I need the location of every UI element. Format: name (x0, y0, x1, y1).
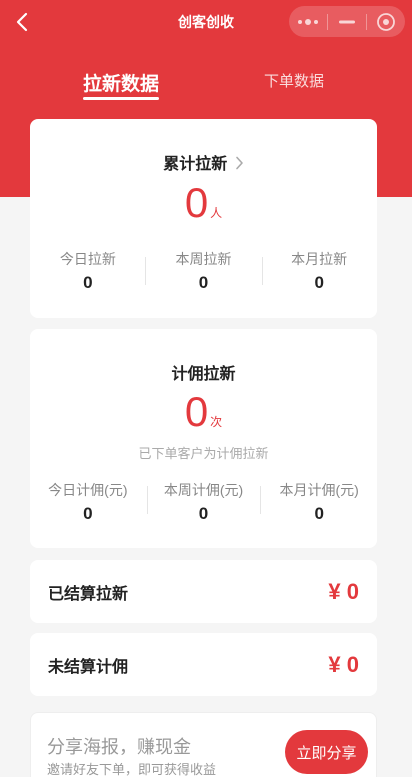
nav-bar: 创客创收 (0, 0, 412, 44)
stat-week-commission: 本周计佣(元) 0 (146, 480, 262, 524)
stat-today-recruit: 今日拉新 0 (30, 249, 146, 293)
settled-amount: ¥ 0 (328, 578, 359, 604)
stat-value: 0 (314, 504, 324, 523)
minus-icon (339, 20, 355, 23)
total-recruit-title-link[interactable]: 累计拉新 (30, 150, 377, 174)
stat-value: 0 (314, 273, 324, 292)
share-subtitle: 邀请好友下单，即可获得收益 (47, 762, 217, 777)
stat-month-recruit: 本月拉新 0 (261, 249, 377, 293)
stat-today-commission: 今日计佣(元) 0 (30, 480, 146, 524)
unsettled-amount: ¥ 0 (328, 651, 359, 677)
total-recruit-count: 0人 (30, 182, 377, 224)
share-poster-card: 分享海报，赚现金 邀请好友下单，即可获得收益 立即分享 (30, 712, 377, 777)
stat-divider (260, 486, 261, 514)
target-circle-icon (377, 12, 395, 31)
stat-label: 今日计佣(元) (48, 482, 128, 498)
total-recruit-stats: 今日拉新 0 本周拉新 0 本月拉新 0 (30, 249, 377, 293)
share-title: 分享海报，赚现金 (47, 737, 191, 757)
active-tab-indicator (83, 97, 159, 100)
stat-week-recruit: 本周拉新 0 (146, 249, 262, 293)
settled-label: 已结算拉新 (48, 585, 129, 603)
commission-recruit-unit: 次 (210, 415, 223, 429)
tab-recruit-data[interactable]: 拉新数据 (83, 69, 159, 96)
stat-value: 0 (198, 273, 209, 292)
total-recruit-card: 累计拉新 0人 今日拉新 0 本周拉新 0 本月拉新 0 (30, 119, 377, 318)
commission-note: 已下单客户为计佣拉新 (138, 446, 269, 461)
stat-divider (145, 257, 146, 285)
settled-recruit-row[interactable]: 已结算拉新 ¥ 0 (30, 560, 377, 623)
unsettled-label: 未结算计佣 (48, 658, 129, 676)
stat-label: 本周拉新 (175, 251, 232, 267)
chevron-left-icon (16, 12, 28, 32)
chevron-right-icon (235, 156, 243, 170)
tab-order-data[interactable]: 下单数据 (258, 70, 330, 91)
stat-value: 0 (83, 273, 93, 292)
more-button[interactable] (289, 6, 327, 37)
stat-month-commission: 本月计佣(元) 0 (261, 480, 377, 524)
page: 创客创收 拉新数据 下单数据 累计拉新 0 人 今日拉新 0 本周拉新 0 本月… (0, 0, 412, 777)
stat-label: 本月计佣(元) (279, 482, 359, 498)
stat-label: 本月拉新 (291, 251, 348, 267)
stat-value: 0 (198, 504, 209, 523)
stat-value: 0 (83, 504, 93, 523)
mini-program-capsule (289, 6, 405, 37)
back-button[interactable] (8, 8, 36, 36)
stat-label: 本周计佣(元) (163, 482, 244, 498)
commission-stats: 今日计佣(元) 0 本周计佣(元) 0 本月计佣(元) 0 (30, 480, 377, 524)
total-recruit-title: 累计拉新 (163, 156, 228, 173)
minimize-button[interactable] (328, 6, 366, 37)
commission-recruit-count: 0次 (30, 391, 377, 433)
stat-label: 今日拉新 (59, 251, 116, 267)
stat-divider (262, 257, 263, 285)
unsettled-commission-row[interactable]: 未结算计佣 ¥ 0 (30, 633, 377, 696)
more-dots-icon (298, 18, 318, 25)
share-now-button[interactable]: 立即分享 (285, 730, 368, 774)
total-recruit-unit: 人 (210, 206, 223, 220)
commission-recruit-card: 计佣拉新 0次 已下单客户为计佣拉新 今日计佣(元) 0 本周计佣(元) 0 本… (30, 329, 377, 548)
commission-recruit-title: 计佣拉新 (171, 366, 236, 383)
close-miniprogram-button[interactable] (367, 6, 405, 37)
total-recruit-value: 0 (184, 179, 209, 226)
commission-recruit-value: 0 (184, 388, 209, 435)
stat-divider (147, 486, 148, 514)
